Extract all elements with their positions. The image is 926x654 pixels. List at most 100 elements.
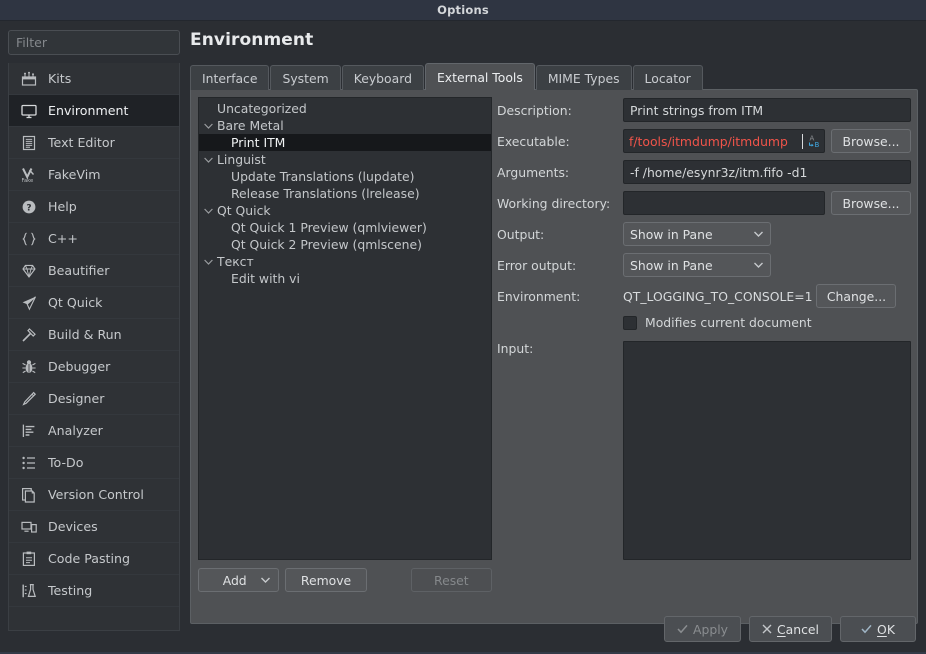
- sidebar-item-help[interactable]: ? Help: [9, 191, 179, 223]
- input-textarea[interactable]: [623, 341, 911, 560]
- sidebar-item-label: Analyzer: [48, 423, 103, 438]
- sidebar-item-analyzer[interactable]: Analyzer: [9, 415, 179, 447]
- sidebar-item-designer[interactable]: Designer: [9, 383, 179, 415]
- chevron-down-icon[interactable]: [199, 208, 217, 214]
- executable-browse-button[interactable]: Browse...: [831, 129, 911, 153]
- reset-button-label: Reset: [434, 572, 469, 588]
- sidebar-item-kits[interactable]: Kits: [9, 63, 179, 95]
- check-icon: [677, 624, 688, 634]
- sidebar-item-label: Version Control: [48, 487, 144, 502]
- ok-button[interactable]: OK: [840, 616, 916, 642]
- sidebar-item-debugger[interactable]: Debugger: [9, 351, 179, 383]
- ok-button-label: OK: [877, 621, 895, 637]
- modifies-document-checkbox[interactable]: [623, 315, 637, 330]
- executable-path-field[interactable]: f/tools/itmdump/itmdump A B: [623, 129, 825, 153]
- tree-item-label: Release Translations (lrelease): [231, 186, 420, 201]
- tools-tree-container[interactable]: Uncategorized Bare Metal Print ITM Linguist…: [198, 97, 492, 560]
- sidebar-item-fakevim[interactable]: Fake FakeVim: [9, 159, 179, 191]
- arguments-input[interactable]: [623, 160, 911, 184]
- tree-item[interactable]: Linguist: [199, 151, 491, 168]
- tab-locator[interactable]: Locator: [632, 65, 703, 90]
- sidebar-item-devices[interactable]: Devices: [9, 511, 179, 543]
- tree-item[interactable]: Qt Quick 1 Preview (qmlviewer): [199, 219, 491, 236]
- tree-item[interactable]: Qt Quick: [199, 202, 491, 219]
- tree-item[interactable]: Update Translations (lupdate): [199, 168, 491, 185]
- variable-substitution-icon[interactable]: A B: [804, 130, 824, 152]
- devices-icon: [19, 517, 38, 536]
- tree-item[interactable]: Qt Quick 2 Preview (qmlscene): [199, 236, 491, 253]
- hammer-icon: [19, 325, 38, 344]
- sidebar-item-to-do[interactable]: To-Do: [9, 447, 179, 479]
- sidebar-item-text-editor[interactable]: Text Editor: [9, 127, 179, 159]
- chevron-down-icon[interactable]: [199, 123, 217, 129]
- sidebar-item-label: Designer: [48, 391, 105, 406]
- tab-system[interactable]: System: [270, 65, 341, 90]
- arguments-row: Arguments:: [497, 160, 911, 184]
- sidebar-item-c[interactable]: C++: [9, 223, 179, 255]
- chevron-down-icon: [754, 262, 763, 268]
- tree-item-label: Bare Metal: [217, 118, 284, 133]
- tab-label: Interface: [202, 70, 258, 86]
- svg-text:Fake: Fake: [21, 178, 33, 184]
- tab-label: External Tools: [436, 69, 523, 85]
- sidebar-item-version-control[interactable]: Version Control: [9, 479, 179, 511]
- category-list[interactable]: Kits Environment Text Editor Fake FakeVim? He…: [8, 63, 180, 631]
- options-dialog: Options KitsEnvironmentText EditorFakeFa…: [0, 0, 926, 654]
- tree-item[interactable]: Print ITM: [199, 134, 491, 151]
- sidebar-item-label: Code Pasting: [48, 551, 130, 566]
- tab-interface[interactable]: Interface: [190, 65, 270, 90]
- sidebar-item-build-run[interactable]: Build & Run: [9, 319, 179, 351]
- sidebar-item-label: Help: [48, 199, 77, 214]
- input-label: Input:: [497, 341, 534, 356]
- chevron-down-icon: [261, 577, 271, 583]
- sidebar-item-label: Environment: [48, 103, 129, 118]
- output-row: Output: Show in Pane: [497, 222, 911, 246]
- remove-button[interactable]: Remove: [285, 568, 367, 592]
- checklist-icon: [19, 453, 38, 472]
- tree-item-label: Update Translations (lupdate): [231, 169, 415, 184]
- sidebar-item-testing[interactable]: Testing: [9, 575, 179, 607]
- working-directory-path-field[interactable]: [623, 191, 825, 215]
- close-icon: [762, 624, 772, 634]
- pencil-icon: [19, 389, 38, 408]
- description-input[interactable]: [623, 98, 911, 122]
- tree-item[interactable]: Bare Metal: [199, 117, 491, 134]
- tree-item-label: Qt Quick: [217, 203, 271, 218]
- page-title: Environment: [190, 30, 314, 50]
- tree-item[interactable]: Uncategorized: [199, 100, 491, 117]
- kits-icon: [19, 69, 38, 88]
- tools-tree[interactable]: Uncategorized Bare Metal Print ITM Linguist…: [199, 98, 491, 559]
- error-output-label: Error output:: [497, 257, 577, 273]
- executable-label: Executable:: [497, 133, 570, 149]
- tree-item[interactable]: Edit with vi: [199, 270, 491, 287]
- tab-mime-types[interactable]: MIME Types: [535, 65, 632, 90]
- sidebar-item-environment[interactable]: Environment: [9, 95, 179, 127]
- filter-input[interactable]: [8, 30, 180, 55]
- tree-item-label: Linguist: [217, 152, 266, 167]
- paper-plane-icon: [19, 293, 38, 312]
- question-mark-icon: ?: [19, 197, 38, 216]
- chevron-down-icon[interactable]: [199, 259, 217, 265]
- sidebar-item-label: Kits: [48, 71, 72, 86]
- add-button[interactable]: Add: [198, 568, 280, 592]
- cancel-button[interactable]: Cancel: [749, 616, 832, 642]
- tree-item[interactable]: Release Translations (lrelease): [199, 185, 491, 202]
- sidebar-item-qt-quick[interactable]: Qt Quick: [9, 287, 179, 319]
- output-select[interactable]: Show in Pane: [623, 222, 771, 246]
- input-row: Input:: [497, 341, 911, 560]
- sidebar-item-code-pasting[interactable]: Code Pasting: [9, 543, 179, 575]
- environment-change-button[interactable]: Change...: [816, 284, 897, 308]
- working-directory-browse-button[interactable]: Browse...: [831, 191, 911, 215]
- output-label: Output:: [497, 226, 545, 242]
- sidebar-item-beautifier[interactable]: Beautifier: [9, 255, 179, 287]
- tree-item-label: Uncategorized: [217, 101, 307, 116]
- tab-keyboard[interactable]: Keyboard: [341, 65, 424, 90]
- dialog-button-box: Apply Cancel OK: [664, 616, 916, 642]
- error-output-select[interactable]: Show in Pane: [623, 253, 771, 277]
- tab-bar[interactable]: Interface System Keyboard External Tools MIM…: [190, 63, 704, 90]
- text-caret: [802, 133, 803, 149]
- tree-item[interactable]: Текст: [199, 253, 491, 270]
- chevron-down-icon[interactable]: [199, 157, 217, 163]
- tab-external-tools[interactable]: External Tools: [424, 63, 535, 90]
- modifies-document-row[interactable]: Modifies current document: [623, 315, 911, 330]
